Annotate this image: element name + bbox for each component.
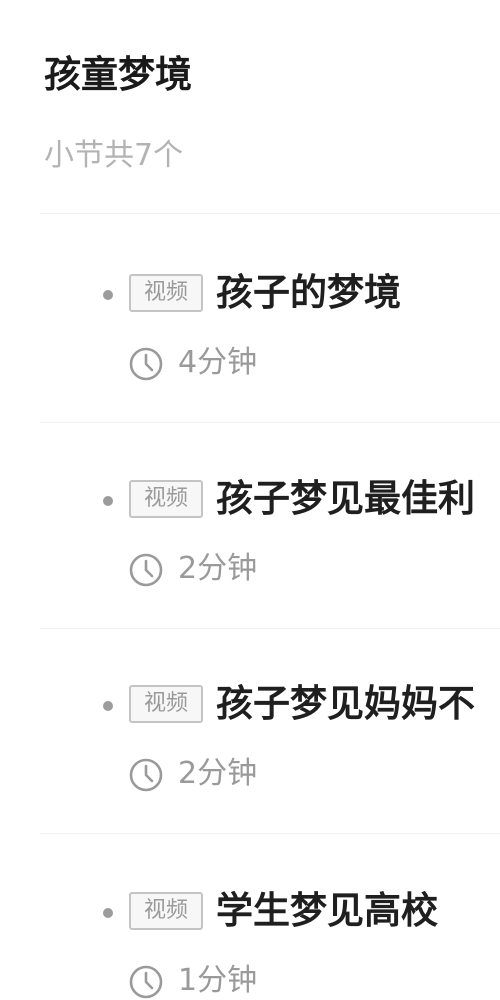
video-tag: 视频 (129, 892, 203, 930)
video-tag: 视频 (129, 274, 203, 312)
clock-icon (129, 965, 163, 999)
lesson-item-3[interactable]: 视频 孩子梦见妈妈不 2分钟 (0, 665, 500, 815)
lesson-item-1[interactable]: 视频 孩子的梦境 4分钟 (0, 254, 500, 404)
lesson-count: 小节共7个 (44, 138, 184, 173)
lesson-title: 孩子的梦境 (216, 271, 401, 314)
divider (40, 628, 500, 629)
divider (40, 422, 500, 423)
course-title: 孩童梦境 (44, 53, 192, 96)
course-page: 孩童梦境 小节共7个 视频 孩子的梦境 4分钟 视频 孩子梦见最佳利 2分钟 视… (0, 0, 500, 1000)
clock-icon (129, 758, 163, 792)
lesson-duration: 1分钟 (178, 963, 258, 998)
bullet-dot-icon (103, 290, 113, 300)
video-tag: 视频 (129, 685, 203, 723)
divider (40, 833, 500, 834)
lesson-item-4[interactable]: 视频 学生梦见高校 1分钟 (0, 872, 500, 1000)
lesson-item-2[interactable]: 视频 孩子梦见最佳利 2分钟 (0, 460, 500, 610)
lesson-title: 学生梦见高校 (216, 889, 438, 932)
bullet-dot-icon (103, 701, 113, 711)
video-tag: 视频 (129, 480, 203, 518)
lesson-duration: 2分钟 (178, 551, 258, 586)
lesson-duration: 2分钟 (178, 756, 258, 791)
bullet-dot-icon (103, 908, 113, 918)
divider (40, 213, 500, 214)
lesson-title: 孩子梦见妈妈不 (216, 682, 475, 725)
lesson-duration: 4分钟 (178, 345, 258, 380)
clock-icon (129, 347, 163, 381)
bullet-dot-icon (103, 496, 113, 506)
clock-icon (129, 553, 163, 587)
lesson-title: 孩子梦见最佳利 (216, 477, 475, 520)
